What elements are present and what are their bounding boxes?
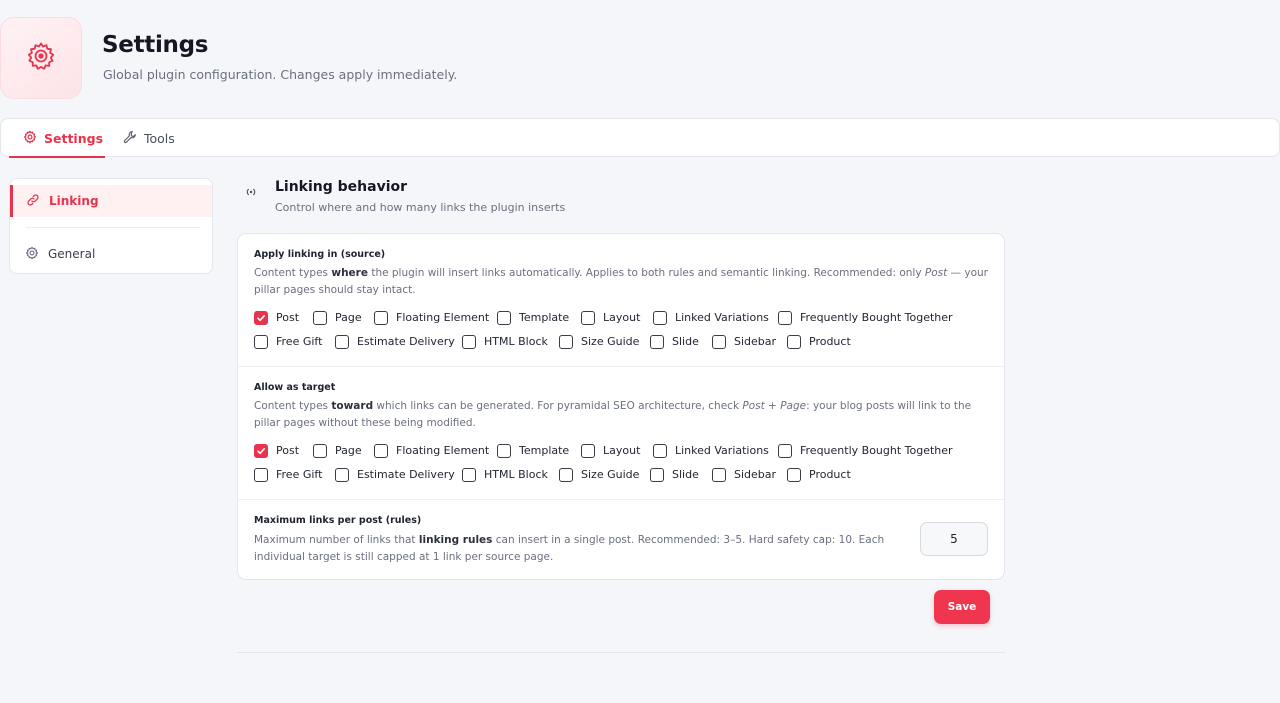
- target-option-free-gift[interactable]: Free Gift: [254, 466, 322, 483]
- checkbox-checked[interactable]: [254, 443, 268, 458]
- wrench-icon: [123, 130, 137, 147]
- source-option-estimate-delivery[interactable]: Estimate Delivery: [335, 333, 455, 350]
- checkbox[interactable]: [787, 467, 801, 482]
- tab-tools-label: Tools: [144, 130, 175, 146]
- checkbox[interactable]: [559, 467, 573, 482]
- sidebar-item-linking[interactable]: Linking: [10, 185, 212, 217]
- source-option-free-gift[interactable]: Free Gift: [254, 333, 322, 350]
- source-option-layout[interactable]: Layout: [581, 309, 640, 326]
- checkbox[interactable]: [581, 310, 595, 325]
- source-help: Content types where the plugin will inse…: [254, 267, 989, 296]
- target-option-sidebar[interactable]: Sidebar: [712, 466, 776, 483]
- target-option-product[interactable]: Product: [787, 466, 851, 483]
- page-subtitle: Global plugin configuration. Changes app…: [103, 67, 458, 82]
- checkbox[interactable]: [581, 443, 595, 458]
- source-option-linked-variations[interactable]: Linked Variations: [653, 309, 769, 326]
- app-icon: [0, 17, 82, 99]
- target-option-floating-element[interactable]: Floating Element: [374, 442, 489, 459]
- tab-settings-label: Settings: [44, 130, 104, 146]
- checkbox[interactable]: [254, 467, 268, 482]
- checkbox[interactable]: [559, 334, 573, 349]
- save-button[interactable]: Save: [934, 590, 990, 624]
- gear-icon: [23, 130, 37, 147]
- source-option-frequently-bought-together[interactable]: Frequently Bought Together: [778, 309, 953, 326]
- checkbox[interactable]: [313, 443, 327, 458]
- sidebar-item-general[interactable]: General: [10, 238, 212, 270]
- source-settings: Apply linking in (source) Content types …: [238, 234, 1004, 367]
- target-option-estimate-delivery[interactable]: Estimate Delivery: [335, 466, 455, 483]
- checkbox[interactable]: [335, 334, 349, 349]
- source-option-slide[interactable]: Slide: [650, 333, 699, 350]
- checkbox[interactable]: [254, 334, 268, 349]
- sidebar-divider: [26, 227, 200, 228]
- checkbox[interactable]: [778, 310, 792, 325]
- max-links-label: Maximum links per post (rules): [254, 515, 422, 526]
- checkbox[interactable]: [712, 334, 726, 349]
- tab-settings[interactable]: Settings: [9, 119, 105, 158]
- source-option-floating-element[interactable]: Floating Element: [374, 309, 489, 326]
- checkbox[interactable]: [778, 443, 792, 458]
- gear-icon: [25, 246, 39, 263]
- page-title: Settings: [102, 32, 209, 58]
- main-tabs: Settings Tools: [0, 118, 1280, 158]
- page-header: Settings Global plugin configuration. Ch…: [0, 0, 1280, 118]
- source-option-page[interactable]: Page: [313, 309, 362, 326]
- checkbox[interactable]: [374, 310, 388, 325]
- target-settings: Allow as target Content types toward whi…: [238, 367, 1004, 500]
- tab-tools[interactable]: Tools: [123, 119, 175, 157]
- checkbox[interactable]: [787, 334, 801, 349]
- checkbox[interactable]: [462, 334, 476, 349]
- checkbox[interactable]: [653, 310, 667, 325]
- source-option-sidebar[interactable]: Sidebar: [712, 333, 776, 350]
- source-label: Apply linking in (source): [254, 249, 386, 260]
- checkbox[interactable]: [313, 310, 327, 325]
- target-option-html-block[interactable]: HTML Block: [462, 466, 548, 483]
- max-links-input[interactable]: [920, 522, 988, 556]
- target-label: Allow as target: [254, 382, 336, 393]
- max-links-help: Maximum number of links that linking rul…: [254, 534, 885, 563]
- section-description: Control where and how many links the plu…: [275, 201, 566, 214]
- broadcast-icon: [244, 184, 258, 203]
- settings-sidebar: Linking General: [9, 178, 213, 274]
- source-option-html-block[interactable]: HTML Block: [462, 333, 548, 350]
- checkbox[interactable]: [712, 467, 726, 482]
- source-option-template[interactable]: Template: [497, 309, 569, 326]
- target-option-post[interactable]: Post: [254, 442, 299, 459]
- sidebar-item-label: General: [48, 247, 96, 261]
- target-option-page[interactable]: Page: [313, 442, 362, 459]
- sidebar-item-label: Linking: [49, 194, 99, 208]
- checkbox-checked[interactable]: [254, 310, 268, 325]
- checkbox[interactable]: [335, 467, 349, 482]
- linking-settings-card: Apply linking in (source) Content types …: [237, 233, 1005, 580]
- link-icon: [26, 193, 40, 210]
- checkbox[interactable]: [497, 443, 511, 458]
- target-option-slide[interactable]: Slide: [650, 466, 699, 483]
- source-option-post[interactable]: Post: [254, 309, 299, 326]
- checkbox[interactable]: [374, 443, 388, 458]
- checkbox[interactable]: [653, 443, 667, 458]
- target-option-linked-variations[interactable]: Linked Variations: [653, 442, 769, 459]
- target-option-size-guide[interactable]: Size Guide: [559, 466, 639, 483]
- max-links-settings: Maximum links per post (rules) Maximum n…: [238, 500, 1004, 580]
- checkbox[interactable]: [650, 334, 664, 349]
- target-option-layout[interactable]: Layout: [581, 442, 640, 459]
- checkbox[interactable]: [462, 467, 476, 482]
- source-option-product[interactable]: Product: [787, 333, 851, 350]
- section-title: Linking behavior: [275, 179, 408, 195]
- target-option-frequently-bought-together[interactable]: Frequently Bought Together: [778, 442, 953, 459]
- target-help: Content types toward which links can be …: [254, 400, 972, 429]
- checkbox[interactable]: [650, 467, 664, 482]
- checkbox[interactable]: [497, 310, 511, 325]
- target-option-template[interactable]: Template: [497, 442, 569, 459]
- footer-divider: [237, 652, 1005, 653]
- source-option-size-guide[interactable]: Size Guide: [559, 333, 639, 350]
- gear-icon: [25, 40, 57, 76]
